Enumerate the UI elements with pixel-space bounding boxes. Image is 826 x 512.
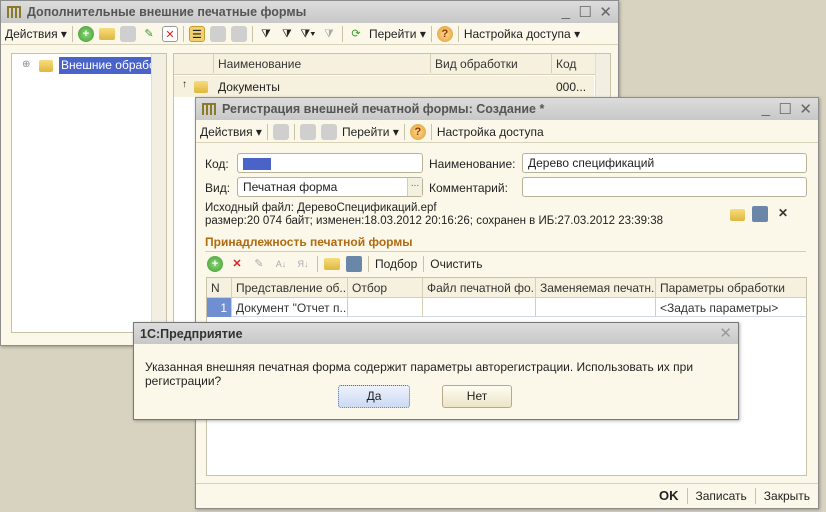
- kind-label: Вид:: [205, 181, 231, 195]
- section-toolbar: + ✕ ✎ А↓ Я↓ Подбор Очистить: [207, 255, 483, 273]
- main-window-title: Дополнительные внешние печатные формы: [27, 5, 307, 19]
- minimize-button[interactable]: _: [762, 100, 770, 117]
- no-button[interactable]: Нет: [442, 385, 512, 408]
- maximize-button[interactable]: ☐: [779, 100, 792, 118]
- section-title: Принадлежность печатной формы: [205, 235, 806, 252]
- delete-file-icon[interactable]: ✕: [778, 206, 788, 220]
- help-icon[interactable]: ?: [436, 25, 453, 42]
- confirm-dialog: 1С:Предприятие ✕ Указанная внешняя печатн…: [133, 322, 739, 420]
- save-button[interactable]: Записать: [696, 489, 747, 503]
- table-row[interactable]: 1 Документ "Отчет п... <Задать параметры…: [207, 298, 806, 317]
- filter-icon[interactable]: ⧩: [258, 26, 274, 42]
- sort-desc-icon[interactable]: Я↓: [295, 256, 311, 272]
- filter-value-icon[interactable]: ⧩: [279, 26, 295, 42]
- comment-label: Комментарий:: [429, 181, 508, 195]
- open-file-icon[interactable]: [730, 209, 745, 221]
- kind-select-button[interactable]: ...: [407, 178, 422, 196]
- reread-icon[interactable]: [299, 123, 316, 140]
- tree-scrollbar[interactable]: [151, 54, 166, 332]
- hierarchy-icon[interactable]: ☰: [188, 25, 205, 42]
- access-settings-menu[interactable]: Настройка доступа ▾: [464, 27, 580, 41]
- close-form-button[interactable]: Закрыть: [764, 489, 810, 503]
- refresh-icon[interactable]: ⟳: [348, 26, 364, 42]
- form-window-title: Регистрация внешней печатной формы: Созд…: [222, 102, 545, 116]
- access-settings-button[interactable]: Настройка доступа: [437, 125, 544, 139]
- column-name[interactable]: Наименование: [214, 54, 431, 73]
- window-icon: [202, 103, 216, 115]
- add-row-icon[interactable]: +: [207, 256, 223, 272]
- main-window-title-bar[interactable]: Дополнительные внешние печатные формы _ ☐…: [1, 1, 618, 23]
- file-info: Исходный файл: ДеревоСпецификаций.epf раз…: [205, 202, 664, 227]
- code-label: Код:: [205, 157, 229, 171]
- name-field[interactable]: Дерево спецификаций: [522, 153, 807, 173]
- sort-asc-icon[interactable]: А↓: [273, 256, 289, 272]
- copy-icon[interactable]: [320, 123, 337, 140]
- window-icon: [7, 6, 21, 18]
- code-field[interactable]: [237, 153, 423, 173]
- clear-filter-icon[interactable]: ⧩: [321, 26, 337, 42]
- help-icon[interactable]: ?: [409, 123, 426, 140]
- column-representation[interactable]: Представление об...: [232, 278, 348, 297]
- delete-row-icon[interactable]: ✕: [229, 256, 245, 272]
- main-toolbar: Действия ▾ + ✎ ✕ ☰ ⧩ ⧩ ⧩▾ ⧩ ⟳ Перейти ▾ …: [1, 23, 618, 45]
- open-icon[interactable]: [324, 258, 340, 270]
- form-toolbar: Действия ▾ Перейти ▾ ? Настройка доступа: [196, 121, 818, 143]
- copy-icon[interactable]: [119, 25, 136, 42]
- select-icon[interactable]: [209, 25, 226, 42]
- column-type[interactable]: Вид обработки: [431, 54, 552, 73]
- actions-menu[interactable]: Действия ▾: [200, 125, 262, 139]
- edit-row-icon[interactable]: ✎: [251, 256, 267, 272]
- form-window: Регистрация внешней печатной формы: Созд…: [195, 97, 819, 509]
- minimize-button[interactable]: _: [562, 3, 570, 20]
- folder-icon: [194, 81, 208, 93]
- close-button[interactable]: ✕: [799, 100, 812, 118]
- column-params[interactable]: Параметры обработки: [656, 278, 808, 297]
- column-replaced[interactable]: Заменяемая печатн...: [536, 278, 656, 297]
- dialog-close-button[interactable]: ✕: [719, 324, 732, 342]
- folder-icon: [39, 60, 53, 72]
- kind-field[interactable]: Печатная форма...: [237, 177, 423, 197]
- expand-icon[interactable]: ⊕: [22, 59, 30, 70]
- tree-root-item[interactable]: Внешние обработк: [59, 57, 151, 74]
- move-icon[interactable]: [230, 25, 247, 42]
- add-icon[interactable]: +: [77, 25, 94, 42]
- filter-history-icon[interactable]: ⧩▾: [300, 26, 316, 42]
- comment-field[interactable]: [522, 177, 807, 197]
- tree-panel: ⊕ Внешние обработк: [11, 53, 167, 333]
- dialog-title: 1С:Предприятие: [140, 326, 243, 341]
- up-arrow-icon: ↑: [182, 79, 187, 90]
- ok-button[interactable]: OK: [659, 488, 679, 503]
- dialog-title-bar[interactable]: 1С:Предприятие ✕: [134, 323, 738, 344]
- column-filter[interactable]: Отбор: [348, 278, 423, 297]
- select-button[interactable]: Подбор: [375, 257, 417, 271]
- yes-button[interactable]: Да: [338, 385, 410, 408]
- edit-icon[interactable]: ✎: [141, 26, 157, 42]
- goto-menu[interactable]: Перейти ▾: [342, 125, 399, 139]
- save-file-icon[interactable]: [752, 206, 768, 222]
- form-footer: OK Записать Закрыть: [196, 483, 818, 507]
- clear-button[interactable]: Очистить: [430, 257, 482, 271]
- delete-icon[interactable]: ✕: [161, 25, 178, 42]
- table-row[interactable]: ↑ Документы 000...: [174, 76, 594, 97]
- save-icon[interactable]: [346, 256, 362, 272]
- add-folder-icon[interactable]: [98, 27, 115, 40]
- column-code[interactable]: Код: [552, 54, 596, 73]
- save-and-close-icon[interactable]: [272, 123, 289, 140]
- goto-menu[interactable]: Перейти ▾: [369, 27, 426, 41]
- form-window-title-bar[interactable]: Регистрация внешней печатной формы: Созд…: [196, 98, 818, 120]
- column-n[interactable]: N: [207, 278, 232, 297]
- close-button[interactable]: ✕: [599, 3, 612, 21]
- name-label: Наименование:: [429, 157, 516, 171]
- actions-menu[interactable]: Действия ▾: [5, 27, 67, 41]
- dialog-message: Указанная внешняя печатная форма содержи…: [145, 360, 694, 388]
- maximize-button[interactable]: ☐: [579, 3, 592, 21]
- column-file[interactable]: Файл печатной фо...: [423, 278, 536, 297]
